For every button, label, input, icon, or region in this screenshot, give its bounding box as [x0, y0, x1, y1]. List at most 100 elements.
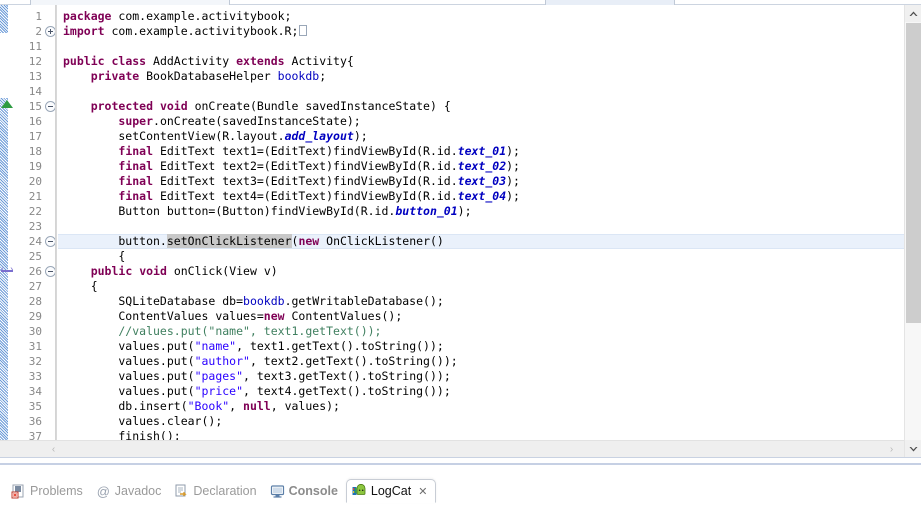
code-token-plain: ); — [506, 144, 520, 158]
line-number: 2 — [35, 25, 42, 38]
code-line[interactable] — [58, 84, 904, 99]
code-token-kw: void — [139, 264, 167, 278]
close-icon[interactable]: ✕ — [418, 485, 427, 498]
code-line[interactable]: private BookDatabaseHelper bookdb; — [58, 69, 904, 84]
view-tab-problems[interactable]: Problems — [6, 479, 91, 503]
code-token-kw: import — [63, 24, 105, 38]
code-line[interactable]: final EditText text4=(EditText)findViewB… — [58, 189, 904, 204]
fold-collapse-icon[interactable] — [45, 101, 56, 112]
code-token-fld: bookdb — [243, 294, 285, 308]
code-text-area[interactable]: package com.example.activitybook; import … — [58, 5, 904, 457]
line-number: 12 — [28, 55, 42, 68]
vertical-scrollbar-thumb[interactable] — [906, 23, 921, 323]
code-token-plain: ; — [319, 69, 327, 83]
code-token-plain: AddActivity — [146, 54, 237, 68]
code-token-plain: com.example.activitybook.R; — [104, 24, 299, 38]
folding-ruler[interactable] — [43, 5, 57, 457]
code-line[interactable]: SQLiteDatabase db=bookdb.getWritableData… — [58, 294, 904, 309]
scroll-right-arrow-icon[interactable]: › — [883, 441, 900, 457]
code-token-plain: db.insert( — [63, 399, 188, 413]
code-line[interactable]: setContentView(R.layout.add_layout); — [58, 129, 904, 144]
code-line[interactable]: package com.example.activitybook; — [58, 9, 904, 24]
code-line[interactable]: //values.put("name", text1.getText()); — [58, 324, 904, 339]
code-token-plain: , text2.getText().toString()); — [249, 354, 458, 368]
code-token-kw: null — [243, 399, 271, 413]
collapsed-import-placeholder[interactable] — [299, 25, 308, 36]
code-line[interactable]: ContentValues values=new ContentValues()… — [58, 309, 904, 324]
view-tab-bar: Problems @ Javadoc Declaration Console LogCat… — [0, 479, 437, 503]
declaration-icon — [174, 484, 189, 499]
code-line[interactable]: protected void onCreate(Bundle savedInst… — [58, 99, 904, 114]
code-token-plain: , text4.getText().toString()); — [243, 384, 451, 398]
code-line[interactable]: public void onClick(View v) — [58, 264, 904, 279]
code-token-kw: super — [118, 114, 154, 128]
view-tab-javadoc[interactable]: @ Javadoc — [91, 479, 170, 503]
code-line[interactable]: values.put("price", text4.getText().toSt… — [58, 384, 904, 399]
code-line[interactable]: public class AddActivity extends Activit… — [58, 54, 904, 69]
editor-view-sash[interactable] — [0, 457, 921, 465]
javadoc-at-icon: @ — [96, 483, 110, 499]
view-tab-label: LogCat — [370, 484, 412, 498]
line-number: 15 — [28, 100, 42, 113]
code-line[interactable]: values.put("author", text2.getText().toS… — [58, 354, 904, 369]
code-line[interactable]: final EditText text3=(EditText)findViewB… — [58, 174, 904, 189]
java-source-editor[interactable]: 1 2 11 12 13 14 15 16 17 18 19 20 21 22 23 24 25 26 27 28 29… — [0, 5, 921, 457]
vertical-scrollbar[interactable] — [904, 5, 921, 457]
code-token-plain: ); — [506, 189, 520, 203]
code-token-plain: Button button=(Button)findViewById(R.id. — [63, 204, 396, 218]
code-token-plain: EditText text3=(EditText)findViewById(R.… — [153, 174, 458, 188]
logcat-android-icon — [352, 483, 367, 499]
code-line[interactable]: { — [58, 249, 904, 264]
fold-collapse-icon[interactable] — [45, 236, 56, 247]
line-number: 25 — [28, 250, 42, 263]
code-token-kw: new — [263, 309, 285, 323]
line-number: 20 — [28, 175, 42, 188]
overview-marker-green-triangle-icon[interactable] — [1, 100, 13, 108]
overview-marker-purple-arc-icon[interactable] — [1, 266, 13, 272]
code-line[interactable] — [58, 219, 904, 234]
horizontal-scrollbar[interactable]: ‹ › — [0, 440, 904, 457]
code-line[interactable]: values.put("pages", text3.getText().toSt… — [58, 369, 904, 384]
view-tab-declaration[interactable]: Declaration — [169, 479, 264, 503]
line-number: 1 — [35, 10, 42, 23]
code-line[interactable]: super.onCreate(savedInstanceState); — [58, 114, 904, 129]
code-line[interactable]: import com.example.activitybook.R; — [58, 24, 904, 39]
code-line[interactable]: final EditText text1=(EditText)findViewB… — [58, 144, 904, 159]
line-number: 16 — [28, 115, 42, 128]
code-line[interactable]: final EditText text2=(EditText)findViewB… — [58, 159, 904, 174]
code-token-plain: , text3.getText().toString()); — [243, 369, 451, 383]
line-number: 17 — [28, 130, 42, 143]
code-token-str: "pages" — [194, 369, 244, 383]
code-token-sel: setOnClickListe — [166, 234, 271, 248]
code-token-plain: Activity{ — [284, 54, 354, 68]
line-number: 18 — [28, 145, 42, 158]
code-line[interactable]: values.clear(); — [58, 414, 904, 429]
code-token-str: "name" — [194, 339, 237, 353]
code-line[interactable]: { — [58, 279, 904, 294]
annotation-ruler[interactable] — [0, 5, 15, 457]
code-token-plain: { — [63, 279, 98, 293]
code-token-kw: package — [63, 9, 112, 23]
code-token-plain: button. — [63, 234, 167, 248]
bottom-view-panel: Problems @ Javadoc Declaration Console LogCat… — [0, 467, 921, 523]
code-token-plain: EditText text1=(EditText)findViewById(R.… — [153, 144, 458, 158]
code-line[interactable]: values.put("name", text1.getText().toStr… — [58, 339, 904, 354]
code-token-plain: ContentValues values= — [63, 309, 264, 323]
scroll-down-arrow-icon[interactable] — [905, 440, 921, 457]
fold-collapse-icon[interactable] — [45, 266, 56, 277]
line-number: 34 — [28, 385, 42, 398]
view-tab-console[interactable]: Console — [265, 479, 346, 503]
code-token-plain: setContentView(R.layout. — [63, 129, 285, 143]
view-tab-logcat[interactable]: LogCat ✕ — [345, 479, 437, 503]
code-token-plain: values.put( — [63, 369, 195, 383]
fold-expand-icon[interactable] — [45, 26, 56, 37]
code-line[interactable]: db.insert("Book", null, values); — [58, 399, 904, 414]
scroll-up-arrow-icon[interactable] — [905, 5, 921, 22]
code-line[interactable]: Button button=(Button)findViewById(R.id.… — [58, 204, 904, 219]
scroll-left-arrow-icon[interactable]: ‹ — [45, 441, 62, 457]
code-line[interactable]: button.setOnClickListener(new OnClickLis… — [58, 234, 904, 249]
code-token-plain: values.put( — [63, 354, 195, 368]
code-line[interactable] — [58, 39, 904, 54]
